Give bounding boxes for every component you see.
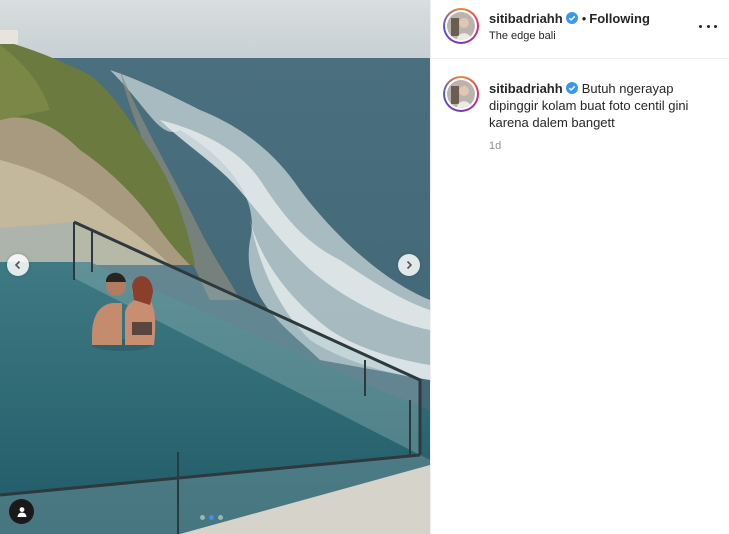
carousel-dot-active [209,515,214,520]
following-button[interactable]: Following [589,11,650,26]
post-photo[interactable] [0,0,430,534]
more-options-button[interactable] [699,19,717,33]
caption: sitibadriahh Butuh ngerayap dipinggir kol… [489,80,721,131]
avatar-image [447,80,475,108]
post-header: sitibadriahh • Following The edge bali [431,0,729,59]
previous-slide-button[interactable] [7,254,29,276]
pool-cliff-photo [0,0,430,534]
comment-avatar[interactable] [443,76,479,112]
username[interactable]: sitibadriahh [489,11,563,26]
separator: • [581,11,587,26]
chevron-left-icon [14,260,21,270]
post-side-panel: sitibadriahh • Following The edge bali sit… [430,0,729,534]
post-timestamp[interactable]: 1d [489,140,501,152]
carousel-dot [218,515,223,520]
more-options-icon [699,24,702,28]
user-tag-icon [17,506,26,517]
carousel-indicator [200,515,223,520]
next-slide-button[interactable] [398,254,420,276]
avatar[interactable] [443,8,479,44]
tagged-users-button[interactable] [9,499,34,524]
verified-badge-icon [565,82,578,94]
verified-badge-icon [565,12,578,24]
carousel-dot [200,515,205,520]
avatar-image [447,12,475,40]
caption-username[interactable]: sitibadriahh [489,81,563,96]
location-link[interactable]: The edge bali [489,30,556,42]
chevron-right-icon [406,260,413,270]
